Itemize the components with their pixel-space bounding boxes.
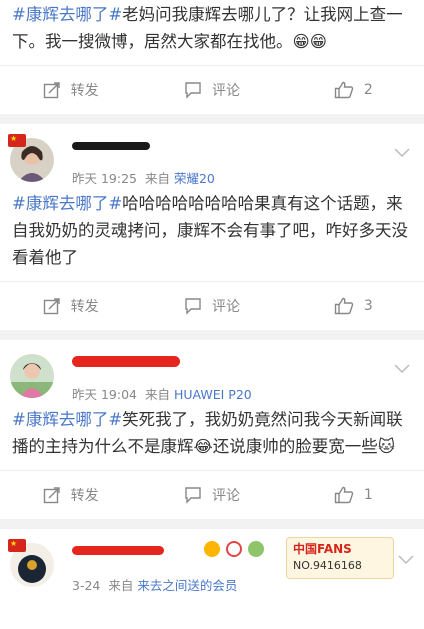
user-row: 中国FANS NO.9416168 3-24 来自 来去之间送的会员 xyxy=(0,529,424,595)
repost-button[interactable]: 转发 xyxy=(0,296,141,316)
comment-button[interactable]: 评论 xyxy=(141,80,282,100)
avatar[interactable] xyxy=(10,354,54,398)
post-time: 3-24 xyxy=(72,578,101,593)
action-bar: 转发 评论 2 xyxy=(0,65,424,114)
comment-icon xyxy=(185,82,201,99)
post-source[interactable]: 来去之间送的会员 xyxy=(137,578,237,593)
thumbs-up-icon xyxy=(334,297,354,315)
post-card-2: 昨天 19:25 来自 荣耀20 #康辉去哪了#哈哈哈哈哈哈哈哈果真有这个话题，… xyxy=(0,124,424,330)
user-row: 昨天 19:04 来自 HUAWEI P20 xyxy=(0,340,424,406)
post-meta: 昨天 19:25 来自 荣耀20 xyxy=(72,171,215,186)
comment-icon xyxy=(185,487,201,504)
chevron-down-icon[interactable] xyxy=(394,364,410,374)
action-bar: 转发 评论 1 xyxy=(0,470,424,519)
like-button[interactable]: 2 xyxy=(283,81,424,99)
repost-button[interactable]: 转发 xyxy=(0,80,141,100)
post-source[interactable]: HUAWEI P20 xyxy=(174,387,252,402)
post-time: 昨天 19:04 xyxy=(72,387,137,402)
fans-badge-number: NO.9416168 xyxy=(293,559,362,572)
flag-icon xyxy=(8,134,26,147)
post-meta: 昨天 19:04 来自 HUAWEI P20 xyxy=(72,387,252,402)
topic-link[interactable]: #康辉去哪了# xyxy=(12,5,122,24)
post-text: #康辉去哪了#哈哈哈哈哈哈哈哈果真有这个话题，来自我奶奶的灵魂拷问，康辉不会有事… xyxy=(12,194,408,267)
member-badge-icon[interactable] xyxy=(204,541,220,557)
comment-icon xyxy=(185,298,201,315)
badge-icons xyxy=(204,541,264,557)
action-bar: 转发 评论 3 xyxy=(0,281,424,330)
chevron-down-icon[interactable] xyxy=(394,148,410,158)
post-meta: 3-24 来自 来去之间送的会员 xyxy=(72,578,238,593)
post-card-3: 昨天 19:04 来自 HUAWEI P20 #康辉去哪了#笑死我了，我奶奶竟然… xyxy=(0,340,424,519)
thumbs-up-icon xyxy=(334,486,354,504)
fans-badge-title: 中国FANS xyxy=(293,542,352,556)
post-source[interactable]: 荣耀20 xyxy=(174,171,215,186)
like-button[interactable]: 3 xyxy=(283,297,424,315)
user-row: 昨天 19:25 来自 荣耀20 xyxy=(0,124,424,190)
repost-icon xyxy=(43,298,60,315)
vip-badge-icon[interactable] xyxy=(226,541,242,557)
post-card-4: 中国FANS NO.9416168 3-24 来自 来去之间送的会员 xyxy=(0,529,424,629)
comment-button[interactable]: 评论 xyxy=(141,485,282,505)
repost-icon xyxy=(43,487,60,504)
chevron-down-icon[interactable] xyxy=(398,555,414,565)
level-badge-icon[interactable] xyxy=(248,541,264,557)
like-button[interactable]: 1 xyxy=(283,486,424,504)
repost-icon xyxy=(43,82,60,99)
post-time: 昨天 19:25 xyxy=(72,171,137,186)
topic-link[interactable]: #康辉去哪了# xyxy=(12,410,122,429)
thumbs-up-icon xyxy=(334,81,354,99)
comment-button[interactable]: 评论 xyxy=(141,296,282,316)
fans-badge[interactable]: 中国FANS NO.9416168 xyxy=(286,537,394,579)
post-text: #康辉去哪了#笑死我了，我奶奶竟然问我今天新闻联播的主持为什么不是康辉😂还说康帅… xyxy=(12,410,403,456)
post-text: #康辉去哪了#老妈问我康辉去哪儿了？让我网上查一下。我一搜微博，居然大家都在找他… xyxy=(12,5,403,51)
topic-link[interactable]: #康辉去哪了# xyxy=(12,194,122,213)
post-card-1: #康辉去哪了#老妈问我康辉去哪儿了？让我网上查一下。我一搜微博，居然大家都在找他… xyxy=(0,0,424,114)
repost-button[interactable]: 转发 xyxy=(0,485,141,505)
flag-icon xyxy=(8,539,26,552)
